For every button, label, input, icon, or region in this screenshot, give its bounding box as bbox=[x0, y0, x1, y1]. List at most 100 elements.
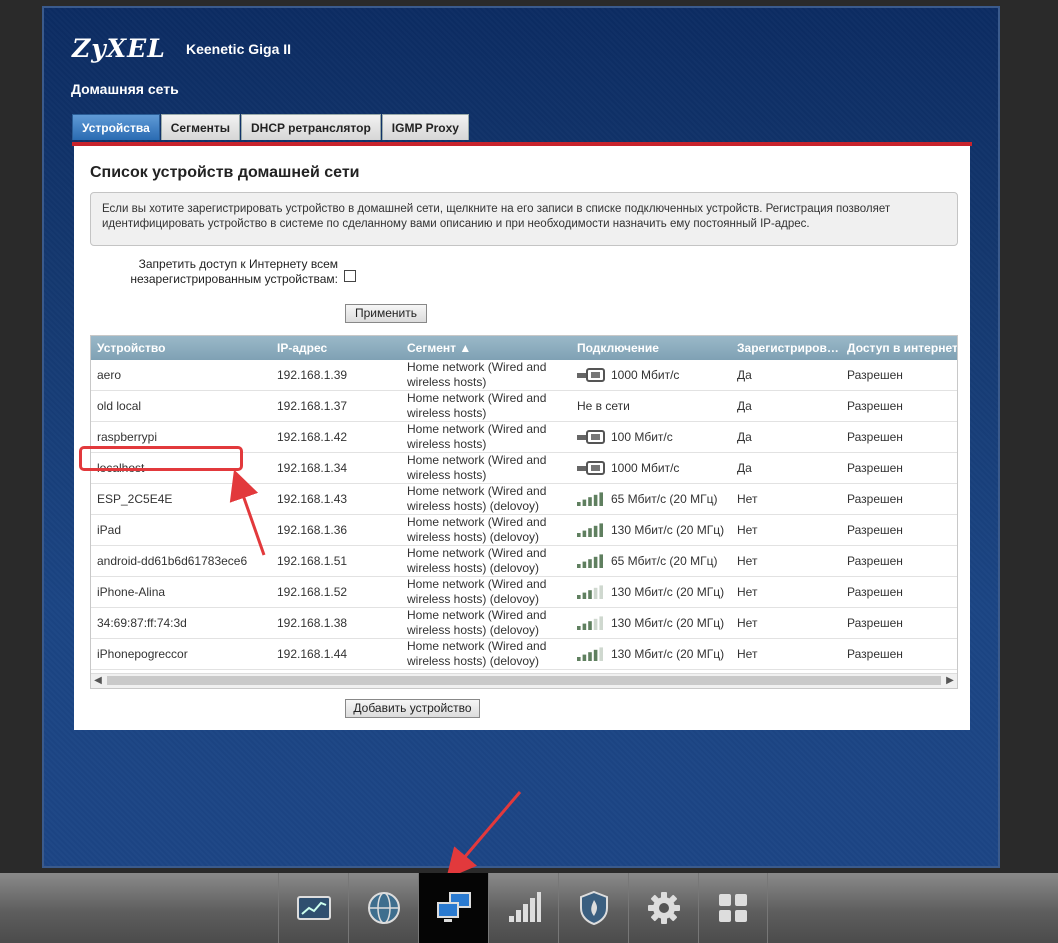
connection-speed: 65 Мбит/с (20 МГц) bbox=[611, 554, 718, 568]
table-row[interactable]: 34:69:87:ff:74:3d 192.168.1.38 Home networ… bbox=[91, 608, 957, 639]
gear-icon bbox=[647, 892, 680, 924]
highlight-box-localhost bbox=[79, 446, 243, 471]
registered-status: Да bbox=[737, 430, 752, 444]
registered-status: Нет bbox=[737, 647, 758, 661]
horizontal-scrollbar[interactable]: ◀ ▶ bbox=[91, 673, 957, 688]
ip-address: 192.168.1.52 bbox=[277, 585, 348, 599]
tab-bar: Устройства Сегменты DHCP ретранслятор IG… bbox=[72, 114, 470, 141]
connection-cell: 1000 Мбит/с bbox=[577, 360, 735, 390]
connection-speed: 1000 Мбит/с bbox=[611, 461, 680, 475]
tab-dhcp-relay[interactable]: DHCP ретранслятор bbox=[241, 114, 381, 140]
connection-cell: 1000 Мбит/с bbox=[577, 453, 735, 483]
connection-speed: 130 Мбит/с (20 МГц) bbox=[611, 616, 725, 630]
scrollbar-thumb[interactable] bbox=[107, 676, 941, 685]
taskbar-settings[interactable] bbox=[628, 873, 698, 943]
brand-logo: ZyXEL bbox=[72, 34, 166, 63]
internet-access: Разрешен bbox=[847, 430, 903, 444]
block-label-line1: Запретить доступ к Интернету всем bbox=[138, 257, 338, 271]
connection-cell: 65 Мбит/с (20 МГц) bbox=[577, 484, 735, 514]
internet-access: Разрешен bbox=[847, 585, 903, 599]
devices-table: Устройство IP-адрес Сегмент ▲ Подключени… bbox=[90, 335, 958, 689]
scroll-right-arrow-icon[interactable]: ▶ bbox=[943, 674, 957, 688]
connection-cell: 130 Мбит/с (20 МГц) bbox=[577, 639, 735, 669]
device-name: iPad bbox=[97, 523, 122, 537]
registered-status: Нет bbox=[737, 616, 758, 630]
page-title: Домашняя сеть bbox=[71, 81, 179, 97]
col-segment[interactable]: Сегмент ▲ bbox=[407, 336, 567, 360]
table-row[interactable]: aero 192.168.1.39 Home network (Wired and … bbox=[91, 360, 957, 391]
connection-speed: 1000 Мбит/с bbox=[611, 368, 680, 382]
info-box: Если вы хотите зарегистрировать устройст… bbox=[90, 192, 958, 246]
ip-address: 192.168.1.36 bbox=[277, 523, 348, 537]
col-connection[interactable]: Подключение bbox=[577, 336, 727, 360]
ip-address: 192.168.1.38 bbox=[277, 616, 348, 630]
scroll-left-arrow-icon[interactable]: ◀ bbox=[91, 674, 105, 688]
tab-devices[interactable]: Устройства bbox=[72, 114, 160, 140]
taskbar-apps[interactable] bbox=[698, 873, 768, 943]
connection-speed: 130 Мбит/с (20 МГц) bbox=[611, 647, 725, 661]
panel-title: Список устройств домашней сети bbox=[90, 164, 360, 181]
wifi-signal-icon bbox=[577, 647, 603, 661]
connection-speed: 100 Мбит/с bbox=[611, 430, 673, 444]
tab-segments[interactable]: Сегменты bbox=[160, 114, 241, 140]
device-name: old local bbox=[97, 399, 142, 413]
col-ip[interactable]: IP-адрес bbox=[277, 336, 397, 360]
internet-access: Разрешен bbox=[847, 368, 903, 382]
internet-access: Разрешен bbox=[847, 461, 903, 475]
registered-status: Нет bbox=[737, 585, 758, 599]
segment-name: Home network (Wired and wireless hosts) … bbox=[407, 546, 547, 575]
connection-cell: 130 Мбит/с (20 МГц) bbox=[577, 577, 735, 607]
tab-igmp-proxy[interactable]: IGMP Proxy bbox=[381, 114, 469, 140]
connection-cell: 130 Мбит/с (20 МГц) bbox=[577, 608, 735, 638]
connection-cell: 100 Мбит/с bbox=[577, 422, 735, 452]
device-name: 34:69:87:ff:74:3d bbox=[97, 616, 187, 630]
segment-name: Home network (Wired and wireless hosts) bbox=[407, 422, 547, 451]
ip-address: 192.168.1.34 bbox=[277, 461, 348, 475]
taskbar-security[interactable] bbox=[558, 873, 628, 943]
connection-speed: 65 Мбит/с (20 МГц) bbox=[611, 492, 718, 506]
ip-address: 192.168.1.43 bbox=[277, 492, 348, 506]
col-device[interactable]: Устройство bbox=[97, 336, 267, 360]
table-row[interactable]: iPhone-Alina 192.168.1.52 Home network (Wi… bbox=[91, 577, 957, 608]
registered-status: Да bbox=[737, 368, 752, 382]
registered-status: Нет bbox=[737, 523, 758, 537]
apply-button[interactable]: Применить bbox=[345, 304, 427, 323]
connection-speed: Не в сети bbox=[577, 399, 630, 413]
ethernet-icon bbox=[577, 461, 605, 475]
ip-address: 192.168.1.42 bbox=[277, 430, 348, 444]
internet-access: Разрешен bbox=[847, 399, 903, 413]
segment-name: Home network (Wired and wireless hosts) bbox=[407, 453, 547, 482]
connection-cell: Не в сети bbox=[577, 391, 735, 421]
monitor-chart-icon bbox=[296, 896, 331, 920]
wifi-signal-icon bbox=[577, 585, 603, 599]
wifi-bars-icon bbox=[508, 892, 541, 922]
segment-name: Home network (Wired and wireless hosts) … bbox=[407, 608, 547, 637]
connection-cell: 130 Мбит/с (20 МГц) bbox=[577, 515, 735, 545]
table-row[interactable]: old local 192.168.1.37 Home network (Wired… bbox=[91, 391, 957, 422]
table-row[interactable]: android-dd61b6d61783ece6 192.168.1.51 Home… bbox=[91, 546, 957, 577]
ip-address: 192.168.1.44 bbox=[277, 647, 348, 661]
devices-panel: Список устройств домашней сети Если вы х… bbox=[74, 146, 970, 730]
col-registered[interactable]: Зарегистриров… bbox=[737, 336, 839, 360]
bottom-taskbar bbox=[0, 873, 1058, 943]
model-name: Keenetic Giga II bbox=[186, 41, 292, 57]
ip-address: 192.168.1.37 bbox=[277, 399, 348, 413]
table-row[interactable]: iPhonepogreccor 192.168.1.44 Home network … bbox=[91, 639, 957, 670]
taskbar-home-network[interactable] bbox=[418, 873, 488, 943]
table-row[interactable]: ESP_2C5E4E 192.168.1.43 Home network (Wire… bbox=[91, 484, 957, 515]
col-access[interactable]: Доступ в интернет bbox=[847, 336, 957, 360]
segment-name: Home network (Wired and wireless hosts) bbox=[407, 360, 547, 389]
connection-speed: 130 Мбит/с (20 МГц) bbox=[611, 585, 725, 599]
segment-name: Home network (Wired and wireless hosts) bbox=[407, 391, 547, 420]
add-device-button[interactable]: Добавить устройство bbox=[345, 699, 480, 718]
table-row[interactable]: iPad 192.168.1.36 Home network (Wired and … bbox=[91, 515, 957, 546]
registered-status: Нет bbox=[737, 554, 758, 568]
router-web-ui: ZyXEL Keenetic Giga II Домашняя сеть Уст… bbox=[42, 6, 1000, 868]
taskbar-internet[interactable] bbox=[348, 873, 418, 943]
table-header: Устройство IP-адрес Сегмент ▲ Подключени… bbox=[91, 336, 957, 360]
registered-status: Нет bbox=[737, 492, 758, 506]
taskbar-monitor[interactable] bbox=[278, 873, 348, 943]
block-unregistered-checkbox[interactable] bbox=[344, 270, 356, 282]
device-name: android-dd61b6d61783ece6 bbox=[97, 554, 248, 568]
taskbar-wifi[interactable] bbox=[488, 873, 558, 943]
